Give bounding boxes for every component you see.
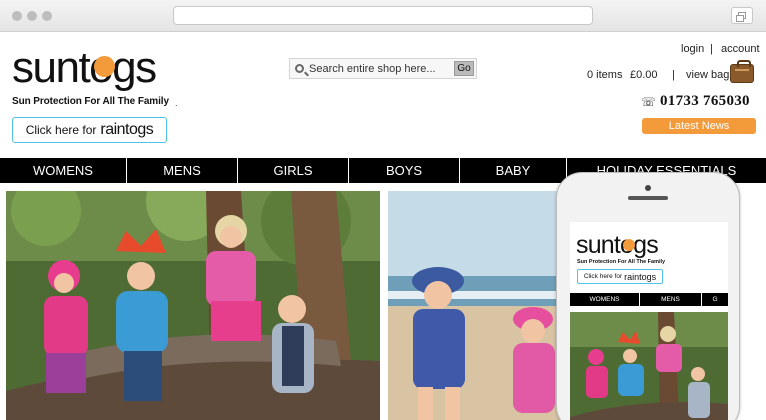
page: suntogs Sun Protection For All The Famil… (0, 0, 766, 420)
search-input[interactable] (309, 61, 449, 76)
raintogs-button-brand: raintogs (100, 121, 154, 138)
mobile-phone-mockup: suntogs Sun Protection For All The Famil… (556, 172, 740, 420)
nav-item-baby[interactable]: BABY (460, 158, 567, 183)
logo-text: suntogs (12, 44, 156, 92)
cart-separator: | (672, 69, 675, 81)
mobile-raintogs-button[interactable]: Click here for raintogs (577, 269, 663, 284)
mobile-tagline: Sun Protection For All The Family (577, 259, 666, 265)
browser-chrome (0, 0, 766, 32)
account-separator: | (710, 43, 713, 55)
tagline: Sun Protection For All The Family (12, 96, 169, 107)
telephone-icon: ☏ (641, 95, 657, 109)
nav-item-boys[interactable]: BOYS (349, 158, 460, 183)
search-icon (295, 64, 304, 73)
tabs-icon (736, 12, 746, 22)
nav-item-girls[interactable]: GIRLS (238, 158, 349, 183)
tabs-button[interactable] (731, 7, 753, 24)
nav-item-mens[interactable]: MENS (127, 158, 238, 183)
view-bag-link[interactable]: view bag (686, 69, 729, 81)
account-link[interactable]: account (721, 43, 760, 55)
window-maximize-dot[interactable] (42, 11, 52, 21)
cart-items-count: 0 items (587, 69, 623, 81)
mobile-hero-photo[interactable] (570, 312, 728, 420)
window-close-dot[interactable] (12, 11, 22, 21)
nav-item-womens[interactable]: WOMENS (0, 158, 127, 183)
tagline-dot: . (175, 98, 178, 108)
raintogs-button[interactable]: Click here for raintogs (12, 117, 167, 143)
search-go-button[interactable]: Go (454, 61, 474, 76)
hero-photo-forest-children[interactable] (6, 191, 380, 420)
login-link[interactable]: login (681, 43, 704, 55)
phone-number: 01733 765030 (660, 93, 750, 109)
logo-sun-icon (94, 56, 115, 77)
search-box: Go (289, 58, 477, 79)
phone-camera (645, 185, 651, 191)
latest-news-button[interactable]: Latest News (642, 118, 756, 134)
suntogs-logo[interactable]: suntogs (12, 44, 162, 96)
mobile-logo-sun-icon (623, 239, 635, 251)
mobile-nav-mens[interactable]: MENS (640, 293, 702, 306)
cart-total: £0.00 (630, 69, 658, 81)
mobile-nav-girls[interactable]: G (702, 293, 728, 306)
mobile-logo-text: suntogs (576, 232, 658, 259)
bag-icon[interactable] (730, 60, 754, 83)
mobile-raintogs-prefix: Click here for (583, 273, 623, 280)
mobile-suntogs-logo[interactable]: suntogs (576, 232, 666, 260)
hero-photo-beach-children[interactable] (388, 191, 568, 420)
mobile-raintogs-brand: raintogs (624, 271, 657, 282)
window-minimize-dot[interactable] (27, 11, 37, 21)
address-bar[interactable] (173, 6, 593, 25)
raintogs-button-prefix: Click here for (25, 123, 97, 137)
phone-speaker (628, 196, 668, 200)
mobile-nav: WOMENS MENS G (570, 293, 728, 306)
mobile-nav-womens[interactable]: WOMENS (570, 293, 640, 306)
mobile-screen: suntogs Sun Protection For All The Famil… (570, 222, 728, 420)
